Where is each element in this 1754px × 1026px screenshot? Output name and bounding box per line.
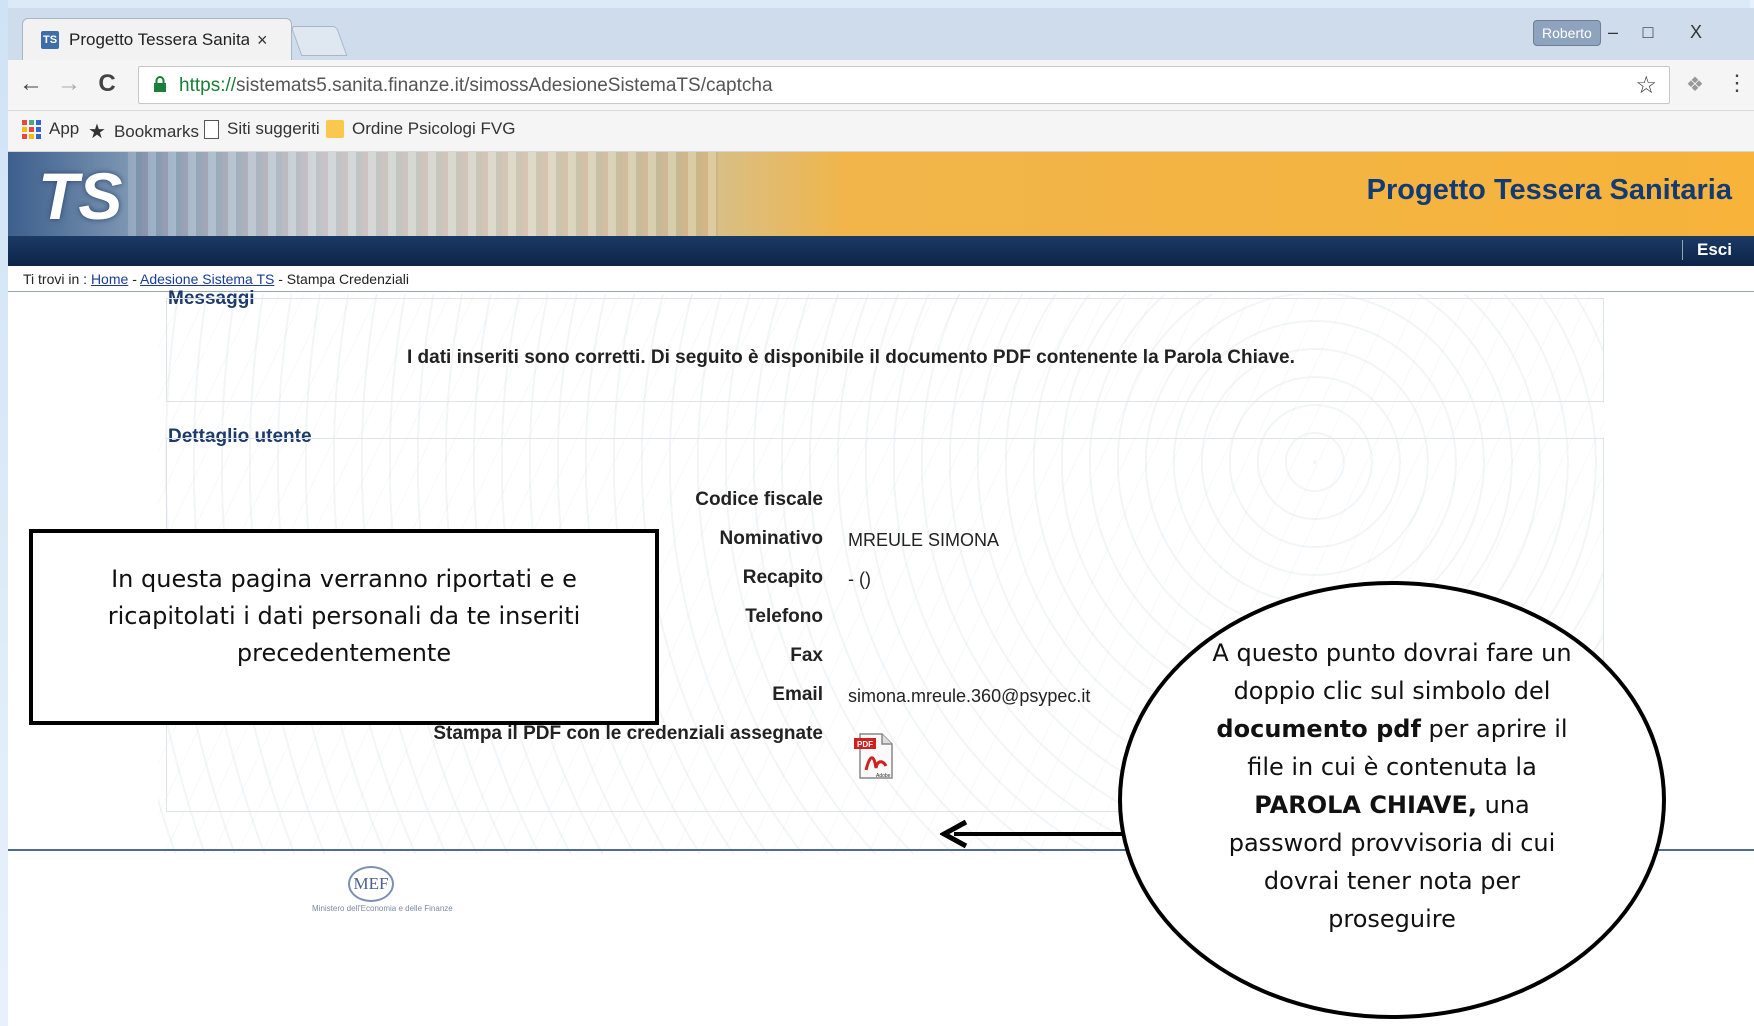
bookmark-star-icon[interactable]: ☆ [1635,71,1657,100]
forward-arrow-icon[interactable]: → [54,70,84,98]
nav-bar: Esci [8,236,1754,266]
address-bar[interactable]: https://sistemats5.sanita.finanze.it/sim… [138,66,1670,104]
breadcrumb-home-link[interactable]: Home [91,271,128,287]
arrow-left-icon [940,819,1126,849]
value-nominativo: MREULE SIMONA [848,530,1000,550]
exit-link[interactable]: Esci [1682,240,1732,260]
extension-icon[interactable]: ❖ [1686,72,1704,97]
browser-toolbar: ← → C https://sistemats5.sanita.finanze.… [8,60,1754,111]
print-pdf-label: Stampa il PDF con le credenziali assegna… [433,723,823,744]
url-text: https://sistemats5.sanita.finanze.it/sim… [179,75,773,96]
mef-subtitle: Ministero dell'Economia e delle Finanze [312,904,453,913]
breadcrumb-separator: - [132,271,137,287]
value-recapito: - () [848,569,871,589]
value-email: simona.mreule.360@psypec.it [848,686,1091,706]
banner-pharmacy-image [128,152,718,236]
bookmark-label: Siti suggeriti [227,119,320,138]
browser-menu-icon[interactable]: ⋮ [1726,70,1748,96]
bookmark-bookmarks[interactable]: ★ Bookmarks [88,119,199,144]
bookmark-ordine-psicologi[interactable]: Ordine Psicologi FVG [326,119,515,139]
minimize-icon[interactable]: – [1593,18,1633,46]
bookmark-app[interactable]: App [22,119,79,139]
page-icon [204,119,219,139]
slide-background-left [0,0,8,1026]
ts-favicon-icon: TS [41,31,59,49]
back-arrow-icon[interactable]: ← [16,70,46,98]
confirmation-message: I dati inseriti sono corretti. Di seguit… [407,347,1295,368]
bookmark-label: Ordine Psicologi FVG [352,119,516,138]
bookmark-label: Bookmarks [113,121,199,141]
messages-panel: I dati inseriti sono corretti. Di seguit… [166,298,1604,402]
bookmark-label: App [49,119,80,138]
reload-icon[interactable]: C [92,70,122,98]
header-banner: TS Progetto Tessera Sanitaria [8,152,1754,236]
tab-strip: TS Progetto Tessera Sanitari × Roberto –… [8,8,1754,61]
ts-logo: TS [38,159,123,233]
tab-title: Progetto Tessera Sanitari [69,30,249,49]
pdf-badge-text: PDF [857,740,873,749]
bookmarks-bar: App ★ Bookmarks Siti suggeriti Ordine Ps… [8,111,1754,152]
annotation-oval: A questo punto dovrai fare un doppio cli… [1118,581,1666,1019]
breadcrumb: Ti trovi in : Home - Adesione Sistema TS… [23,271,409,287]
breadcrumb-prefix: Ti trovi in : [23,271,88,287]
pdf-adobe-text: Adobe [876,773,891,779]
maximize-icon[interactable]: □ [1628,18,1668,46]
lock-icon [154,76,166,92]
close-tab-icon[interactable]: × [257,30,268,51]
breadcrumb-divider [8,291,1754,292]
close-window-icon[interactable]: X [1676,18,1716,46]
star-icon: ★ [88,121,106,143]
new-tab-button[interactable] [290,26,348,56]
annotation-oval-text: A questo punto dovrai fare un doppio cli… [1212,639,1572,933]
pdf-document-icon[interactable]: PDF Adobe [854,732,894,780]
bookmark-siti-suggeriti[interactable]: Siti suggeriti [204,119,320,139]
mef-logo: MEF [348,866,394,902]
breadcrumb-adesione-link[interactable]: Adesione Sistema TS [140,271,274,287]
label-codice-fiscale: Codice fiscale [695,489,823,510]
breadcrumb-current: - Stampa Credenziali [278,271,409,287]
browser-tab[interactable]: TS Progetto Tessera Sanitari × [22,18,292,61]
folder-icon [326,120,344,138]
apps-grid-icon [22,119,41,139]
site-title: Progetto Tessera Sanitaria [1366,174,1732,206]
annotation-box-text: In questa pagina verranno riportati e e … [107,565,581,667]
profile-badge[interactable]: Roberto [1533,20,1601,46]
annotation-box: In questa pagina verranno riportati e e … [29,529,659,725]
